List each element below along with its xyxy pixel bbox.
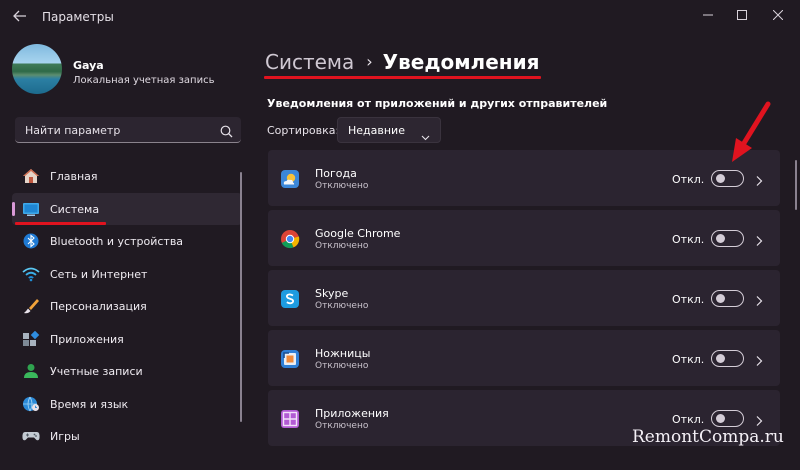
close-button[interactable]	[760, 4, 796, 26]
toggle-state-label: Откл.	[672, 353, 705, 366]
toggle-knob	[716, 414, 725, 423]
toggle-state-label: Откл.	[672, 413, 705, 426]
system-icon	[22, 201, 40, 217]
sidebar-item-label: Bluetooth и устройства	[50, 235, 184, 248]
sidebar-item-time-language[interactable]: Время и язык	[12, 388, 242, 421]
sidebar-item-label: Система	[50, 202, 100, 216]
app-status: Отключено	[315, 361, 369, 371]
app-name: Google Chrome	[315, 227, 401, 240]
gamepad-icon	[22, 428, 40, 444]
search-box	[15, 117, 241, 143]
app-row-snipping-tool[interactable]: Ножницы Отключено Откл.	[268, 330, 780, 386]
skype-icon	[280, 289, 300, 309]
app-status: Отключено	[315, 241, 369, 251]
toggle-knob	[716, 234, 725, 243]
back-arrow-icon[interactable]	[10, 8, 30, 26]
red-arrow-icon	[728, 100, 776, 170]
notification-toggle[interactable]	[711, 410, 744, 427]
search-icon[interactable]	[220, 123, 233, 142]
chevron-down-icon	[421, 126, 430, 145]
sort-value: Недавние	[348, 124, 405, 137]
notification-toggle[interactable]	[711, 170, 744, 187]
search-input[interactable]	[23, 121, 217, 139]
sidebar-item-system[interactable]: Система	[12, 192, 242, 225]
sidebar-nav: Главная Система Bluetooth и устройства С…	[12, 160, 242, 453]
toggle-state-label: Откл.	[672, 293, 705, 306]
sidebar-item-home[interactable]: Главная	[12, 160, 242, 193]
sidebar-item-label: Персонализация	[50, 300, 147, 313]
apps-tile-icon	[280, 409, 300, 429]
maximize-button[interactable]	[724, 4, 760, 26]
sidebar-item-label: Учетные записи	[50, 365, 143, 378]
user-profile[interactable]: Gaya Локальная учетная запись	[12, 44, 252, 106]
home-icon	[22, 168, 40, 184]
notification-toggle[interactable]	[711, 290, 744, 307]
breadcrumb-parent[interactable]: Система	[265, 50, 354, 74]
weather-icon	[280, 169, 300, 189]
sidebar-item-label: Главная	[50, 170, 98, 183]
toggle-knob	[716, 354, 725, 363]
sidebar-item-apps[interactable]: Приложения	[12, 323, 242, 356]
app-row-weather[interactable]: Погода Отключено Откл.	[268, 150, 780, 206]
chevron-right-icon[interactable]	[755, 232, 763, 251]
app-status: Отключено	[315, 181, 369, 191]
app-notification-list: Погода Отключено Откл. Google Chrome Отк…	[268, 150, 780, 450]
sidebar-item-label: Игры	[50, 430, 80, 443]
account-type: Локальная учетная запись	[73, 75, 215, 86]
toggle-state-label: Откл.	[672, 233, 705, 246]
title-bar: Параметры	[0, 0, 800, 34]
app-name: Приложения	[315, 407, 389, 420]
chevron-right-icon[interactable]	[755, 172, 763, 191]
active-indicator	[12, 201, 15, 216]
app-name: Skype	[315, 287, 349, 300]
toggle-knob	[716, 174, 725, 183]
brush-icon	[22, 298, 40, 314]
minimize-button[interactable]	[690, 4, 726, 26]
app-name: Погода	[315, 167, 357, 180]
app-name: Ножницы	[315, 347, 371, 360]
highlight-underline	[15, 222, 106, 225]
avatar	[12, 44, 62, 94]
breadcrumb-separator: ›	[366, 52, 373, 71]
wifi-icon	[22, 266, 40, 282]
page-title: Уведомления	[382, 50, 540, 74]
chrome-icon	[280, 229, 300, 249]
app-row-skype[interactable]: Skype Отключено Откл.	[268, 270, 780, 326]
sidebar-item-label: Приложения	[50, 332, 124, 346]
snipping-tool-icon	[280, 349, 300, 369]
watermark: RemontCompa.ru	[632, 427, 784, 447]
sidebar-item-gaming[interactable]: Игры	[12, 420, 242, 453]
user-name: Gaya	[73, 59, 104, 72]
section-title: Уведомления от приложений и других отпра…	[267, 97, 608, 110]
sidebar-scrollbar[interactable]	[240, 172, 242, 422]
notification-toggle[interactable]	[711, 350, 744, 367]
chevron-right-icon[interactable]	[755, 352, 763, 371]
bluetooth-icon	[22, 233, 40, 249]
sort-label: Сортировка:	[267, 124, 340, 137]
sidebar-item-personalization[interactable]: Персонализация	[12, 290, 242, 323]
toggle-state-label: Откл.	[672, 173, 705, 186]
chevron-right-icon[interactable]	[755, 292, 763, 311]
globe-clock-icon	[22, 396, 40, 412]
toggle-knob	[716, 294, 725, 303]
sort-dropdown[interactable]: Недавние	[337, 117, 441, 143]
app-title: Параметры	[42, 10, 114, 24]
apps-icon	[22, 330, 40, 347]
app-row-chrome[interactable]: Google Chrome Отключено Откл.	[268, 210, 780, 266]
sidebar-item-network[interactable]: Сеть и Интернет	[12, 258, 242, 291]
notification-toggle[interactable]	[711, 230, 744, 247]
sidebar-item-label: Сеть и Интернет	[50, 267, 148, 281]
content-scrollbar[interactable]	[795, 160, 797, 210]
highlight-underline	[264, 76, 541, 79]
sidebar-item-label: Время и язык	[50, 397, 129, 411]
app-status: Отключено	[315, 421, 369, 431]
sidebar-item-bluetooth[interactable]: Bluetooth и устройства	[12, 225, 242, 258]
sidebar-item-accounts[interactable]: Учетные записи	[12, 355, 242, 388]
app-status: Отключено	[315, 301, 369, 311]
accounts-icon	[22, 363, 40, 379]
